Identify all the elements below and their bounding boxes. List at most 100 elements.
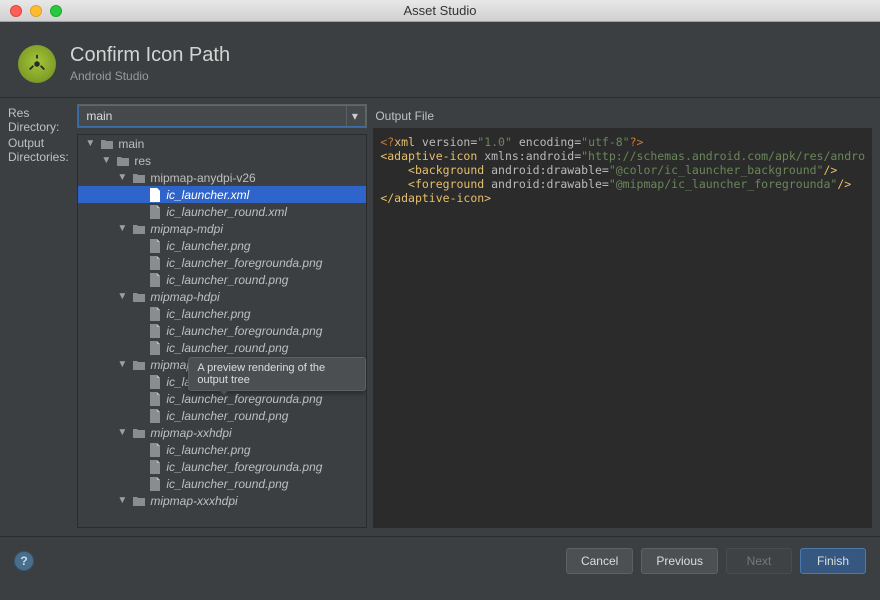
expand-arrow-icon[interactable]: ▼ (116, 495, 128, 506)
tree-item-label: ic_launcher_foregrounda.png (166, 324, 322, 338)
expand-arrow-icon[interactable]: ▼ (84, 138, 96, 149)
folder-icon (132, 172, 146, 184)
file-icon (148, 341, 162, 355)
cancel-button[interactable]: Cancel (566, 548, 633, 574)
tree-item-label: ic_launcher_foregrounda.png (166, 256, 322, 270)
folder-icon (100, 138, 114, 150)
code-line: <background android:drawable="@color/ic_… (380, 163, 865, 177)
folder-icon (132, 359, 146, 371)
output-file-viewer[interactable]: <?xml version="1.0" encoding="utf-8"?><a… (373, 128, 872, 528)
folder-icon (132, 495, 146, 507)
file-icon (148, 460, 162, 474)
file-icon (148, 443, 162, 457)
dialog-title: Confirm Icon Path (70, 44, 230, 67)
file-icon (148, 409, 162, 423)
window-title: Asset Studio (0, 3, 880, 18)
tree-file-row[interactable]: ic_launcher.png (78, 237, 366, 254)
tree-folder-row[interactable]: ▼ main (78, 135, 366, 152)
expand-arrow-icon[interactable]: ▼ (100, 155, 112, 166)
file-icon (148, 392, 162, 406)
res-directory-combo[interactable]: main ▾ (77, 104, 367, 128)
code-line: <?xml version="1.0" encoding="utf-8"?> (380, 135, 865, 149)
tree-item-label: ic_launcher_foregrounda.png (166, 392, 322, 406)
file-icon (148, 188, 162, 202)
tree-item-label: ic_launcher_round.png (166, 273, 288, 287)
expand-arrow-icon[interactable]: ▼ (116, 359, 128, 370)
folder-icon (132, 427, 146, 439)
tree-item-label: ic_launcher_foregrounda.png (166, 460, 322, 474)
output-file-label: Output File (373, 104, 872, 128)
tree-item-label: mipmap-xxhdpi (150, 426, 231, 440)
res-directory-label: Res Directory: (8, 108, 71, 132)
previous-button[interactable]: Previous (641, 548, 718, 574)
file-icon (148, 205, 162, 219)
tree-file-row[interactable]: ic_launcher_round.png (78, 475, 366, 492)
tree-file-row[interactable]: ic_launcher_foregrounda.png (78, 322, 366, 339)
tree-folder-row[interactable]: ▼ mipmap-anydpi-v26 (78, 169, 366, 186)
dialog-footer: ? Cancel Previous Next Finish (0, 536, 880, 584)
button-row: Cancel Previous Next Finish (566, 548, 866, 574)
expand-arrow-icon[interactable]: ▼ (116, 291, 128, 302)
tree-item-label: ic_launcher.png (166, 307, 250, 321)
tree-item-label: ic_launcher.png (166, 443, 250, 457)
right-column: Output File <?xml version="1.0" encoding… (373, 104, 872, 528)
file-icon (148, 273, 162, 287)
chevron-down-icon: ▾ (346, 105, 362, 127)
file-icon (148, 477, 162, 491)
tree-folder-row[interactable]: ▼ res (78, 152, 366, 169)
output-directories-tree[interactable]: ▼ main ▼ res ▼ mipmap-anydpi-v26 ic_launcher.x… (77, 134, 367, 528)
folder-icon (132, 291, 146, 303)
form-labels-column: Res Directory: Output Directories: (8, 104, 71, 528)
middle-column: main ▾ ▼ main ▼ res ▼ mipmap-anydpi-v26 ic_lau… (77, 104, 367, 528)
tree-item-label: ic_launcher_round.png (166, 409, 288, 423)
tree-tooltip: A preview rendering of the output tree (188, 357, 366, 391)
combo-value: main (86, 109, 112, 123)
expand-arrow-icon[interactable]: ▼ (116, 427, 128, 438)
tree-file-row[interactable]: ic_launcher.png (78, 441, 366, 458)
file-icon (148, 375, 162, 389)
output-directories-label: Output Directories: (8, 138, 71, 162)
tree-file-row[interactable]: ic_launcher_foregrounda.png (78, 254, 366, 271)
file-icon (148, 324, 162, 338)
tree-folder-row[interactable]: ▼ mipmap-xxxhdpi (78, 492, 366, 509)
folder-icon (132, 223, 146, 235)
tree-item-label: mipmap-anydpi-v26 (150, 171, 255, 185)
tree-item-label: ic_launcher.xml (166, 188, 249, 202)
tree-folder-row[interactable]: ▼ mipmap-mdpi (78, 220, 366, 237)
code-line: </adaptive-icon> (380, 191, 865, 205)
expand-arrow-icon[interactable]: ▼ (116, 223, 128, 234)
tree-file-row[interactable]: ic_launcher_round.png (78, 271, 366, 288)
tree-item-label: ic_launcher_round.png (166, 341, 288, 355)
dialog-header: Confirm Icon Path Android Studio (0, 22, 880, 98)
tree-file-row[interactable]: ic_launcher_foregrounda.png (78, 458, 366, 475)
folder-icon (116, 155, 130, 167)
tree-file-row[interactable]: ic_launcher.xml (78, 186, 366, 203)
expand-arrow-icon[interactable]: ▼ (116, 172, 128, 183)
finish-button[interactable]: Finish (800, 548, 866, 574)
tree-item-label: main (118, 137, 144, 151)
help-button[interactable]: ? (14, 551, 34, 571)
tree-file-row[interactable]: ic_launcher_round.png (78, 339, 366, 356)
file-icon (148, 239, 162, 253)
tree-file-row[interactable]: ic_launcher_round.png (78, 407, 366, 424)
android-studio-logo-icon (18, 45, 56, 83)
dialog-body: Res Directory: Output Directories: main … (0, 98, 880, 536)
tree-item-label: mipmap-hdpi (150, 290, 219, 304)
next-button: Next (726, 548, 792, 574)
code-line: <foreground android:drawable="@mipmap/ic… (380, 177, 865, 191)
file-icon (148, 256, 162, 270)
titlebar: Asset Studio (0, 0, 880, 22)
tree-item-label: ic_launcher_round.xml (166, 205, 287, 219)
tree-folder-row[interactable]: ▼ mipmap-xxhdpi (78, 424, 366, 441)
code-line: <adaptive-icon xmlns:android="http://sch… (380, 149, 865, 163)
tree-item-label: res (134, 154, 151, 168)
tree-folder-row[interactable]: ▼ mipmap-hdpi (78, 288, 366, 305)
tree-file-row[interactable]: ic_launcher_round.xml (78, 203, 366, 220)
tree-item-label: mipmap-mdpi (150, 222, 223, 236)
tree-item-label: mipmap-xxxhdpi (150, 494, 237, 508)
file-icon (148, 307, 162, 321)
tree-file-row[interactable]: ic_launcher.png (78, 305, 366, 322)
dialog-subtitle: Android Studio (70, 69, 230, 83)
tree-item-label: ic_launcher_round.png (166, 477, 288, 491)
tree-item-label: ic_launcher.png (166, 239, 250, 253)
